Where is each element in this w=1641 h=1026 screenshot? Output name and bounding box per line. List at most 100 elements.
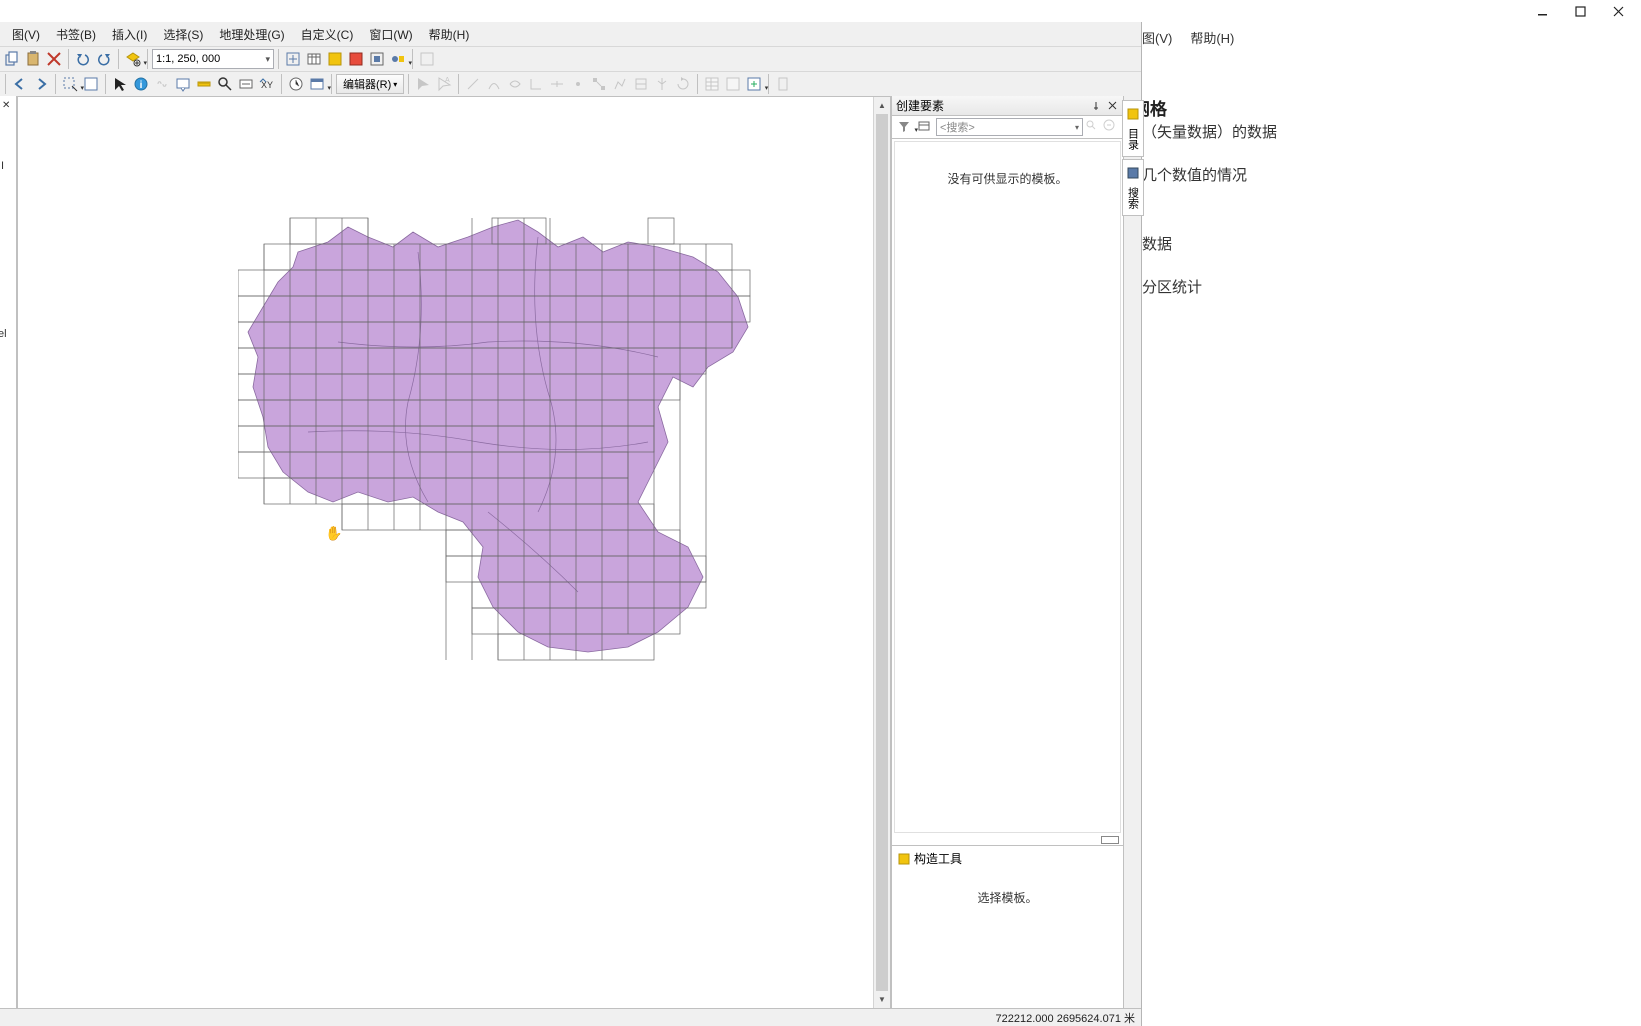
find-route-icon[interactable]: [236, 74, 256, 94]
find-icon[interactable]: [215, 74, 235, 94]
reshape-icon: [610, 74, 630, 94]
editor-label: 编辑器(R): [343, 76, 391, 92]
menu-bookmarks[interactable]: 书签(B): [48, 23, 104, 46]
rotate-icon: [673, 74, 693, 94]
bg-text-line-1: （矢量数据）的数据: [1142, 113, 1641, 152]
organize-templates-icon[interactable]: [916, 118, 934, 136]
panel-title: 创建要素: [896, 97, 1087, 114]
copy-icon[interactable]: [2, 49, 22, 69]
menu-customize[interactable]: 自定义(C): [293, 23, 362, 46]
bg-minimize-button[interactable]: [1523, 0, 1561, 22]
model-builder-icon[interactable]: ▾: [388, 49, 408, 69]
scroll-down-icon[interactable]: ▼: [874, 991, 890, 1008]
toc-close-icon[interactable]: ✕: [2, 100, 10, 111]
viewer-window-icon[interactable]: ▾: [307, 74, 327, 94]
construction-tools-title: 构造工具: [914, 850, 962, 867]
undo-icon[interactable]: [73, 49, 93, 69]
menubar: 图(V) 书签(B) 插入(I) 选择(S) 地理处理(G) 自定义(C) 窗口…: [0, 22, 1141, 46]
search-tab[interactable]: 搜索: [1122, 159, 1144, 216]
point-icon: [568, 74, 588, 94]
create-features-panel: 创建要素 ▾ <搜索> ▾ 没有可供显示的模板。: [891, 96, 1123, 1026]
edit-vertices-icon: [589, 74, 609, 94]
search-placeholder-text: <搜索>: [940, 119, 975, 135]
bg-text-line-4: 分区统计: [1142, 268, 1641, 307]
panel-close-icon[interactable]: [1105, 99, 1119, 113]
trace-icon: [505, 74, 525, 94]
cut-polygons-icon: [631, 74, 651, 94]
menu-view[interactable]: 图(V): [4, 23, 48, 46]
bg-close-button[interactable]: [1599, 0, 1637, 22]
select-template-msg: 选择模板。: [977, 891, 1037, 905]
map-feature-layer: [238, 192, 758, 662]
hyperlink-icon: [152, 74, 172, 94]
table-icon[interactable]: [304, 49, 324, 69]
right-angle-icon: [526, 74, 546, 94]
bg-text-line-3: 数据: [1142, 225, 1641, 264]
tools-icon: [898, 853, 910, 865]
editor-dropdown[interactable]: 编辑器(R) ▾: [336, 74, 404, 94]
redo-icon[interactable]: [94, 49, 114, 69]
chevron-down-icon: ▾: [265, 54, 270, 65]
toc-collapsed-strip[interactable]: ✕ I el: [0, 96, 17, 1026]
menu-geoprocessing[interactable]: 地理处理(G): [211, 23, 292, 46]
pan-cursor-icon: ✋: [325, 525, 342, 542]
search-clear-icon: [1103, 119, 1119, 135]
edit-tool-icon: [413, 74, 433, 94]
straight-segment-icon: [463, 74, 483, 94]
select-arrow-icon[interactable]: [110, 74, 130, 94]
chevron-down-icon: ▾: [1075, 123, 1079, 132]
back-icon[interactable]: [10, 74, 30, 94]
right-tab-strip: 目录 搜索: [1123, 96, 1141, 1026]
select-features-icon[interactable]: ▾: [60, 74, 80, 94]
vertical-scrollbar[interactable]: ▲ ▼: [873, 97, 890, 1008]
sketch-props-icon: [723, 74, 743, 94]
catalog-tab[interactable]: 目录: [1122, 100, 1144, 157]
panel-splitter[interactable]: [892, 835, 1123, 845]
bg-maximize-button[interactable]: [1561, 0, 1599, 22]
delete-icon[interactable]: [44, 49, 64, 69]
python-window-icon[interactable]: [367, 49, 387, 69]
catalog-tab-label: 目录: [1127, 128, 1139, 150]
tool-end: [773, 74, 793, 94]
template-search-input[interactable]: <搜索> ▾: [936, 118, 1083, 136]
attributes-icon: [702, 74, 722, 94]
coordinate-readout: 722212.000 2695624.071 米: [996, 1010, 1135, 1026]
status-bar: 722212.000 2695624.071 米: [0, 1008, 1141, 1026]
search-tab-label: 搜索: [1127, 187, 1139, 209]
scale-combobox[interactable]: 1:1, 250, 000 ▾: [152, 49, 274, 69]
identify-icon[interactable]: i: [131, 74, 151, 94]
bg-menu-view[interactable]: 图(V): [1142, 28, 1172, 47]
menu-window[interactable]: 窗口(W): [361, 23, 420, 46]
empty-message: 没有可供显示的模板。: [947, 172, 1067, 186]
time-slider-icon[interactable]: [286, 74, 306, 94]
toc-label-ext: el: [0, 328, 7, 340]
scroll-thumb[interactable]: [876, 114, 888, 991]
standard-toolbar: ▾ 1:1, 250, 000 ▾ ▾: [0, 46, 1141, 71]
tools-toolbar: ▾ i XY ▾ 编辑器(R) ▾ A: [0, 71, 1141, 96]
measure-icon[interactable]: [194, 74, 214, 94]
menu-selection[interactable]: 选择(S): [155, 23, 211, 46]
pin-icon[interactable]: [1089, 99, 1103, 113]
search-window-icon[interactable]: [346, 49, 366, 69]
create-features-icon[interactable]: ▾: [744, 74, 764, 94]
forward-icon[interactable]: [31, 74, 51, 94]
menu-insert[interactable]: 插入(I): [104, 23, 155, 46]
map-view-container: ✋ ▲ ▼ ◀ ▶: [17, 96, 891, 1026]
filter-icon[interactable]: ▾: [896, 118, 914, 136]
editor-toolbar-icon[interactable]: [283, 49, 303, 69]
paste-icon[interactable]: [23, 49, 43, 69]
midpoint-icon: [547, 74, 567, 94]
template-list-empty: 没有可供显示的模板。: [894, 141, 1121, 833]
clear-selection-icon[interactable]: [81, 74, 101, 94]
add-data-icon[interactable]: ▾: [123, 49, 143, 69]
map-canvas[interactable]: ✋ ▲ ▼ ◀ ▶: [18, 97, 890, 1025]
menu-help[interactable]: 帮助(H): [421, 23, 478, 46]
html-popup-icon[interactable]: [173, 74, 193, 94]
scale-value: 1:1, 250, 000: [156, 53, 220, 65]
scroll-up-icon[interactable]: ▲: [874, 97, 890, 114]
goto-xy-icon[interactable]: XY: [257, 74, 277, 94]
catalog-window-icon[interactable]: [325, 49, 345, 69]
bg-menu-help[interactable]: 帮助(H): [1190, 28, 1234, 47]
split-icon: [652, 74, 672, 94]
svg-text:XY: XY: [261, 80, 273, 90]
